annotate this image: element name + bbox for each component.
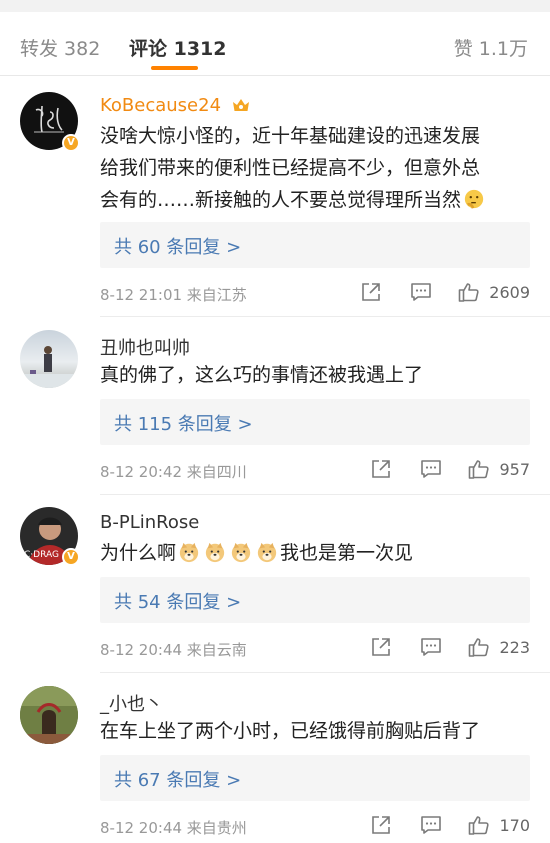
tab-reposts[interactable]: 转发 382 [20, 34, 100, 61]
comment-meta: 8-12 20:44 来自贵州 [100, 819, 247, 837]
comment-text: 没啥大惊小怪的，近十年基础建设的迅速发展 给我们带来的便利性已经提高不少，但意外… [100, 120, 532, 216]
doge-emoji [230, 541, 252, 563]
like-icon[interactable] [467, 813, 491, 837]
comment-actions: 223 [369, 635, 530, 659]
avatar[interactable] [20, 686, 78, 744]
username[interactable]: 丑帅也叫帅 [100, 334, 190, 360]
tab-bar: 转发 382 评论 1312 赞 1.1万 [0, 12, 550, 76]
comment-meta: 8-12 21:01 来自江苏 [100, 286, 247, 304]
share-icon[interactable] [369, 813, 393, 837]
comment-item: 丑帅也叫帅 真的佛了，这么巧的事情还被我遇上了 共 115 条回复 > 8-12… [0, 317, 550, 495]
username[interactable]: KoBecause24 [100, 95, 251, 116]
svg-text:C·DRAG: C·DRAG [24, 550, 59, 560]
doge-emoji [178, 541, 200, 563]
comment-actions: 170 [369, 813, 530, 837]
like-count: 957 [499, 459, 530, 479]
like-icon[interactable] [457, 280, 481, 304]
tab-comments[interactable]: 评论 1312 [129, 34, 227, 61]
like-icon[interactable] [467, 635, 491, 659]
comment-text: 为什么啊 我也是第一次见 [100, 541, 414, 564]
tab-likes[interactable]: 赞 1.1万 [454, 34, 528, 61]
comment-item: C·DRAG V B-PLinRose 为什么啊 我也是第一次见 共 54 条回复… [0, 495, 550, 673]
view-replies-button[interactable]: 共 60 条回复 > [100, 222, 530, 268]
vip-crown-icon [232, 99, 249, 111]
view-replies-button[interactable]: 共 54 条回复 > [100, 577, 530, 623]
verified-badge-icon: V [62, 134, 80, 152]
comment-icon[interactable] [419, 635, 443, 659]
share-icon[interactable] [359, 280, 383, 304]
comment-meta: 8-12 20:44 来自云南 [100, 641, 247, 659]
comment-item: V KoBecause24 没啥大惊小怪的，近十年基础建设的迅速发展 给我们带来… [0, 78, 550, 314]
like-count: 170 [499, 815, 530, 835]
share-icon[interactable] [369, 457, 393, 481]
top-strip [0, 0, 550, 12]
view-replies-button[interactable]: 共 115 条回复 > [100, 399, 530, 445]
username[interactable]: B-PLinRose [100, 512, 199, 533]
like-icon[interactable] [467, 457, 491, 481]
comment-actions: 957 [369, 457, 530, 481]
like-count: 2609 [489, 282, 530, 302]
username[interactable]: _小也丶 [100, 690, 163, 716]
comment-icon[interactable] [419, 457, 443, 481]
comment-meta: 8-12 20:42 来自四川 [100, 463, 247, 481]
share-icon[interactable] [369, 635, 393, 659]
comment-text: 在车上坐了两个小时，已经饿得前胸贴后背了 [100, 720, 481, 742]
active-tab-indicator [151, 66, 198, 70]
like-count: 223 [499, 637, 530, 657]
verified-badge-icon: V [62, 548, 80, 566]
comment-text: 真的佛了，这么巧的事情还被我遇上了 [100, 364, 424, 386]
thinking-emoji [464, 189, 484, 209]
doge-emoji [204, 541, 226, 563]
doge-emoji [256, 541, 278, 563]
comment-item: _小也丶 在车上坐了两个小时，已经饿得前胸贴后背了 共 67 条回复 > 8-1… [0, 673, 550, 843]
comment-icon[interactable] [419, 813, 443, 837]
view-replies-button[interactable]: 共 67 条回复 > [100, 755, 530, 801]
avatar[interactable] [20, 330, 78, 388]
comment-icon[interactable] [409, 280, 433, 304]
comment-actions: 2609 [359, 280, 530, 304]
